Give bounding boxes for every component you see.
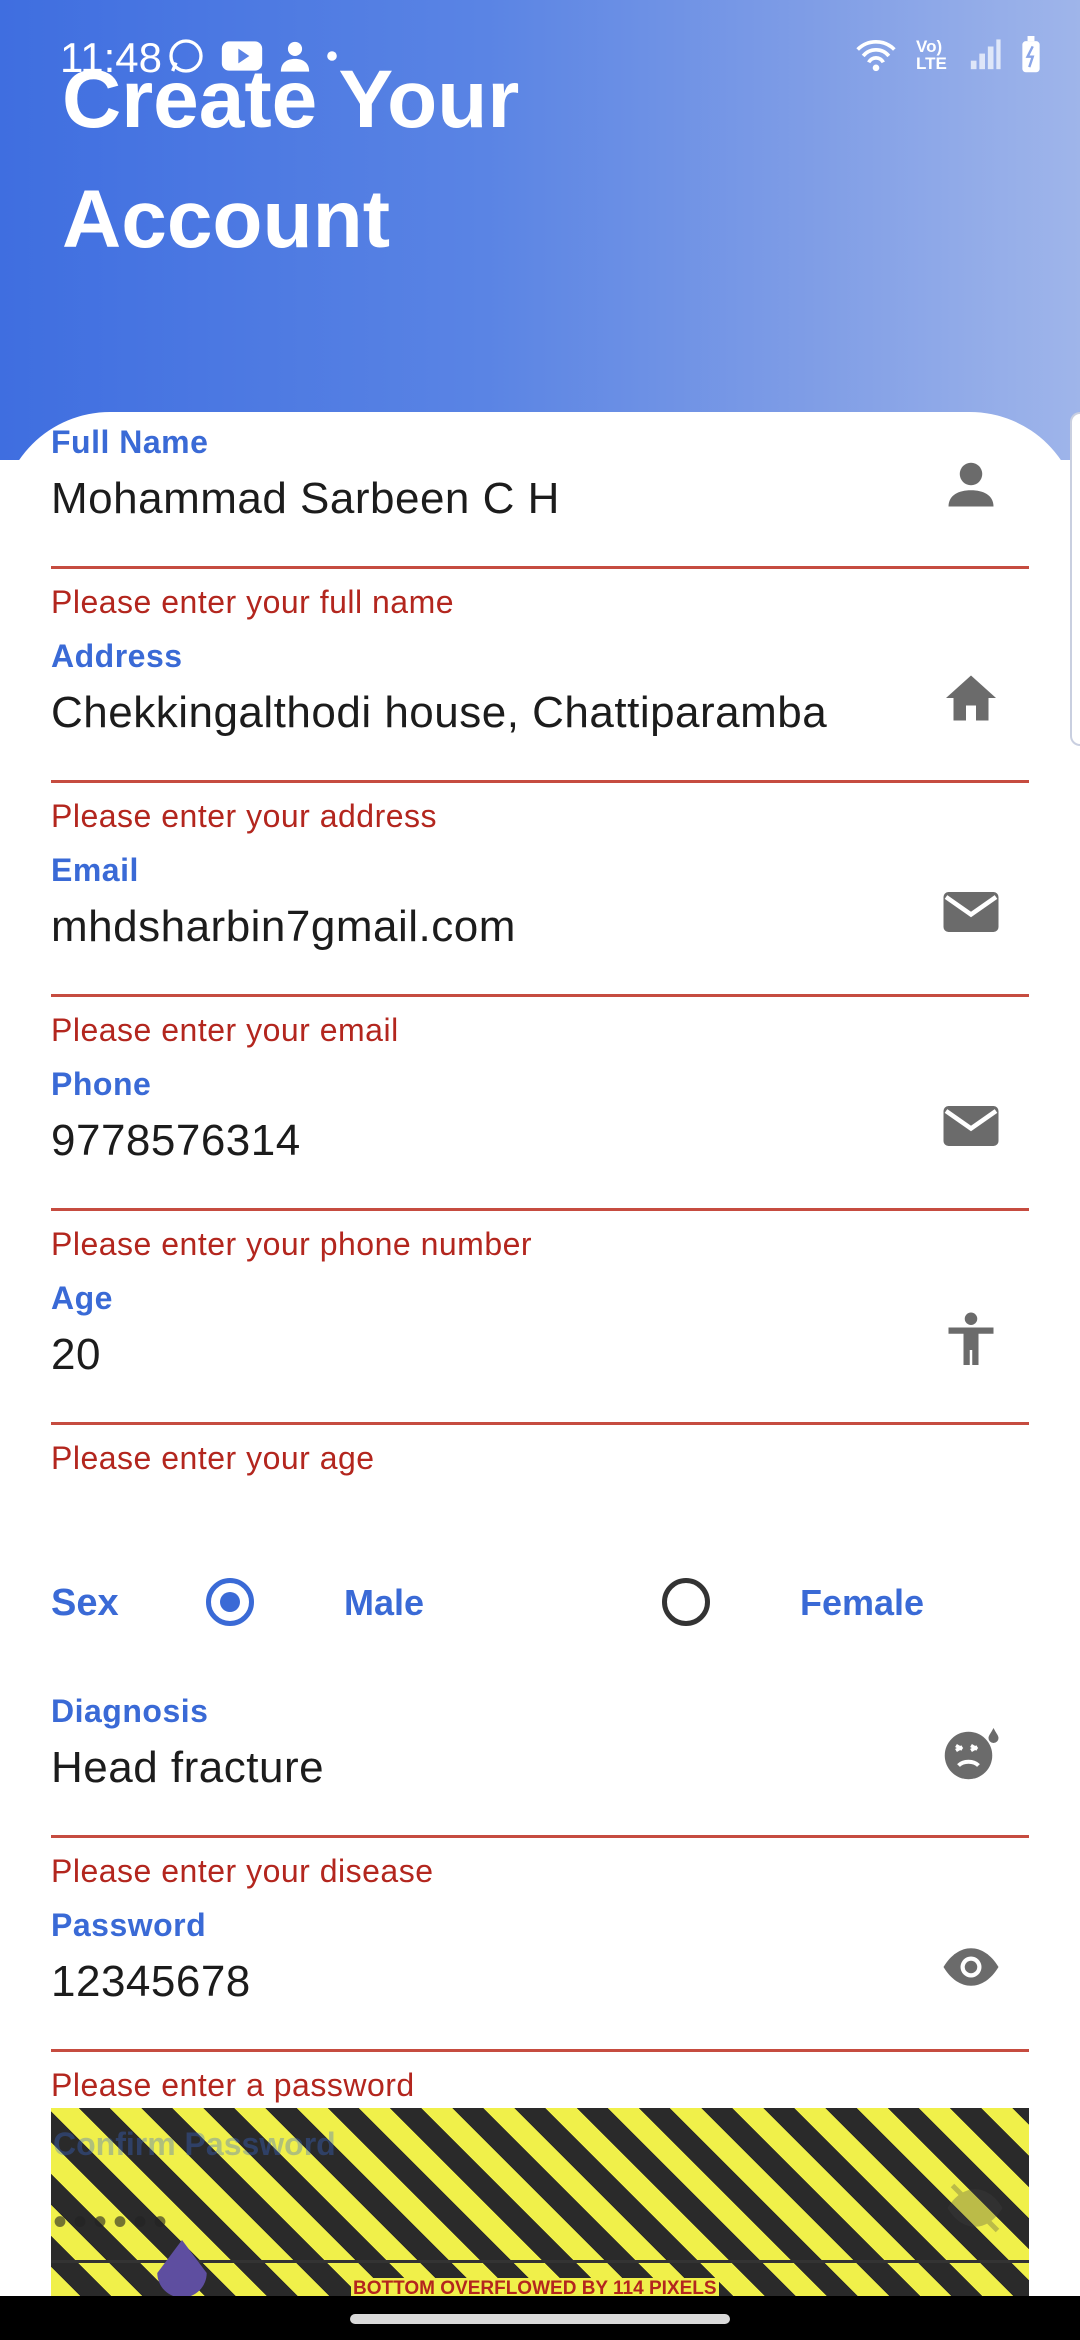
- full-name-underline: [51, 566, 1029, 569]
- age-field[interactable]: Age 20: [51, 1260, 1029, 1425]
- email-error: Please enter your email: [51, 1012, 399, 1048]
- mail-icon: [943, 892, 999, 932]
- password-error: Please enter a password: [51, 2067, 415, 2103]
- full-name-label: Full Name: [51, 424, 209, 460]
- radio-female[interactable]: [662, 1578, 710, 1626]
- password-underline: [51, 2049, 1029, 2052]
- status-left-icons: [166, 36, 338, 76]
- email-field[interactable]: Email mhdsharbin7gmail.com: [51, 832, 1029, 997]
- full-name-input[interactable]: Mohammad Sarbeen C H: [51, 474, 560, 524]
- mail-icon: [943, 1106, 999, 1146]
- radio-female-label[interactable]: Female: [800, 1582, 924, 1624]
- phone-label: Phone: [51, 1066, 152, 1102]
- email-input[interactable]: mhdsharbin7gmail.com: [51, 902, 516, 952]
- address-label: Address: [51, 638, 183, 674]
- address-underline: [51, 780, 1029, 783]
- home-icon: [946, 675, 996, 721]
- confirm-password-input[interactable]: ••••••: [53, 2200, 173, 2245]
- confirm-password-label: Confirm Password: [53, 2126, 336, 2162]
- text-cursor-handle[interactable]: [151, 2240, 213, 2298]
- age-input[interactable]: 20: [51, 1330, 101, 1380]
- whatsapp-icon: [169, 39, 203, 73]
- battery-icon: [1022, 36, 1040, 73]
- status-time: 11:48: [60, 34, 162, 81]
- diagnosis-error: Please enter your disease: [51, 1853, 434, 1889]
- person-icon: [948, 462, 994, 507]
- address-input[interactable]: Chekkingalthodi house, Chattiparamba: [51, 688, 827, 738]
- navigation-bar: [0, 2296, 1080, 2340]
- dot-icon: [327, 51, 337, 61]
- form: Full Name Mohammad Sarbeen C H Please en…: [0, 0, 1080, 2340]
- radio-male-label[interactable]: Male: [344, 1582, 424, 1624]
- status-bar: 11:48 Vo) LTE: [0, 0, 1080, 110]
- email-label: Email: [51, 852, 139, 888]
- sick-face-icon: [944, 1728, 999, 1780]
- age-error: Please enter your age: [51, 1440, 375, 1476]
- radio-male[interactable]: [206, 1578, 254, 1626]
- radio-selected-dot: [220, 1592, 240, 1612]
- age-underline: [51, 1422, 1029, 1425]
- sex-label: Sex: [51, 1582, 119, 1624]
- volte-icon: Vo) LTE: [916, 37, 947, 73]
- password-label: Password: [51, 1907, 207, 1943]
- diagnosis-underline: [51, 1835, 1029, 1838]
- title-line-2: Account: [62, 174, 390, 265]
- person-icon: [280, 41, 310, 72]
- diagnosis-field[interactable]: Diagnosis Head fracture: [51, 1673, 1029, 1838]
- signal-icon: [970, 39, 1001, 70]
- diagnosis-input[interactable]: Head fracture: [51, 1743, 324, 1793]
- address-error: Please enter your address: [51, 798, 438, 834]
- password-input[interactable]: 12345678: [51, 1957, 251, 2007]
- overflow-warning-stripes: Confirm Password •••••• BOTTOM OVERFLOWE…: [51, 2108, 1029, 2298]
- youtube-icon: [221, 41, 263, 71]
- accessibility-icon: [948, 1312, 994, 1365]
- phone-underline: [51, 1208, 1029, 1211]
- sex-radio-group: Sex Male Female: [0, 1570, 1080, 1640]
- overflow-banner-text: BOTTOM OVERFLOWED BY 114 PIXELS: [351, 2278, 719, 2298]
- phone-error: Please enter your phone number: [51, 1226, 533, 1262]
- diagnosis-label: Diagnosis: [51, 1693, 209, 1729]
- email-underline: [51, 994, 1029, 997]
- full-name-error: Please enter your full name: [51, 584, 455, 620]
- wifi-icon: [856, 39, 896, 72]
- full-name-field[interactable]: Full Name Mohammad Sarbeen C H: [51, 404, 1029, 569]
- gesture-handle[interactable]: [350, 2314, 730, 2324]
- eye-icon[interactable]: [941, 1937, 1001, 1997]
- phone-input[interactable]: 9778576314: [51, 1116, 301, 1166]
- age-label: Age: [51, 1280, 113, 1316]
- status-right-icons: Vo) LTE: [854, 36, 1042, 74]
- phone-field[interactable]: Phone 9778576314: [51, 1046, 1029, 1211]
- address-field[interactable]: Address Chekkingalthodi house, Chattipar…: [51, 618, 1029, 783]
- password-field[interactable]: Password 12345678: [51, 1887, 1029, 2052]
- eye-off-icon[interactable]: [945, 2178, 1005, 2238]
